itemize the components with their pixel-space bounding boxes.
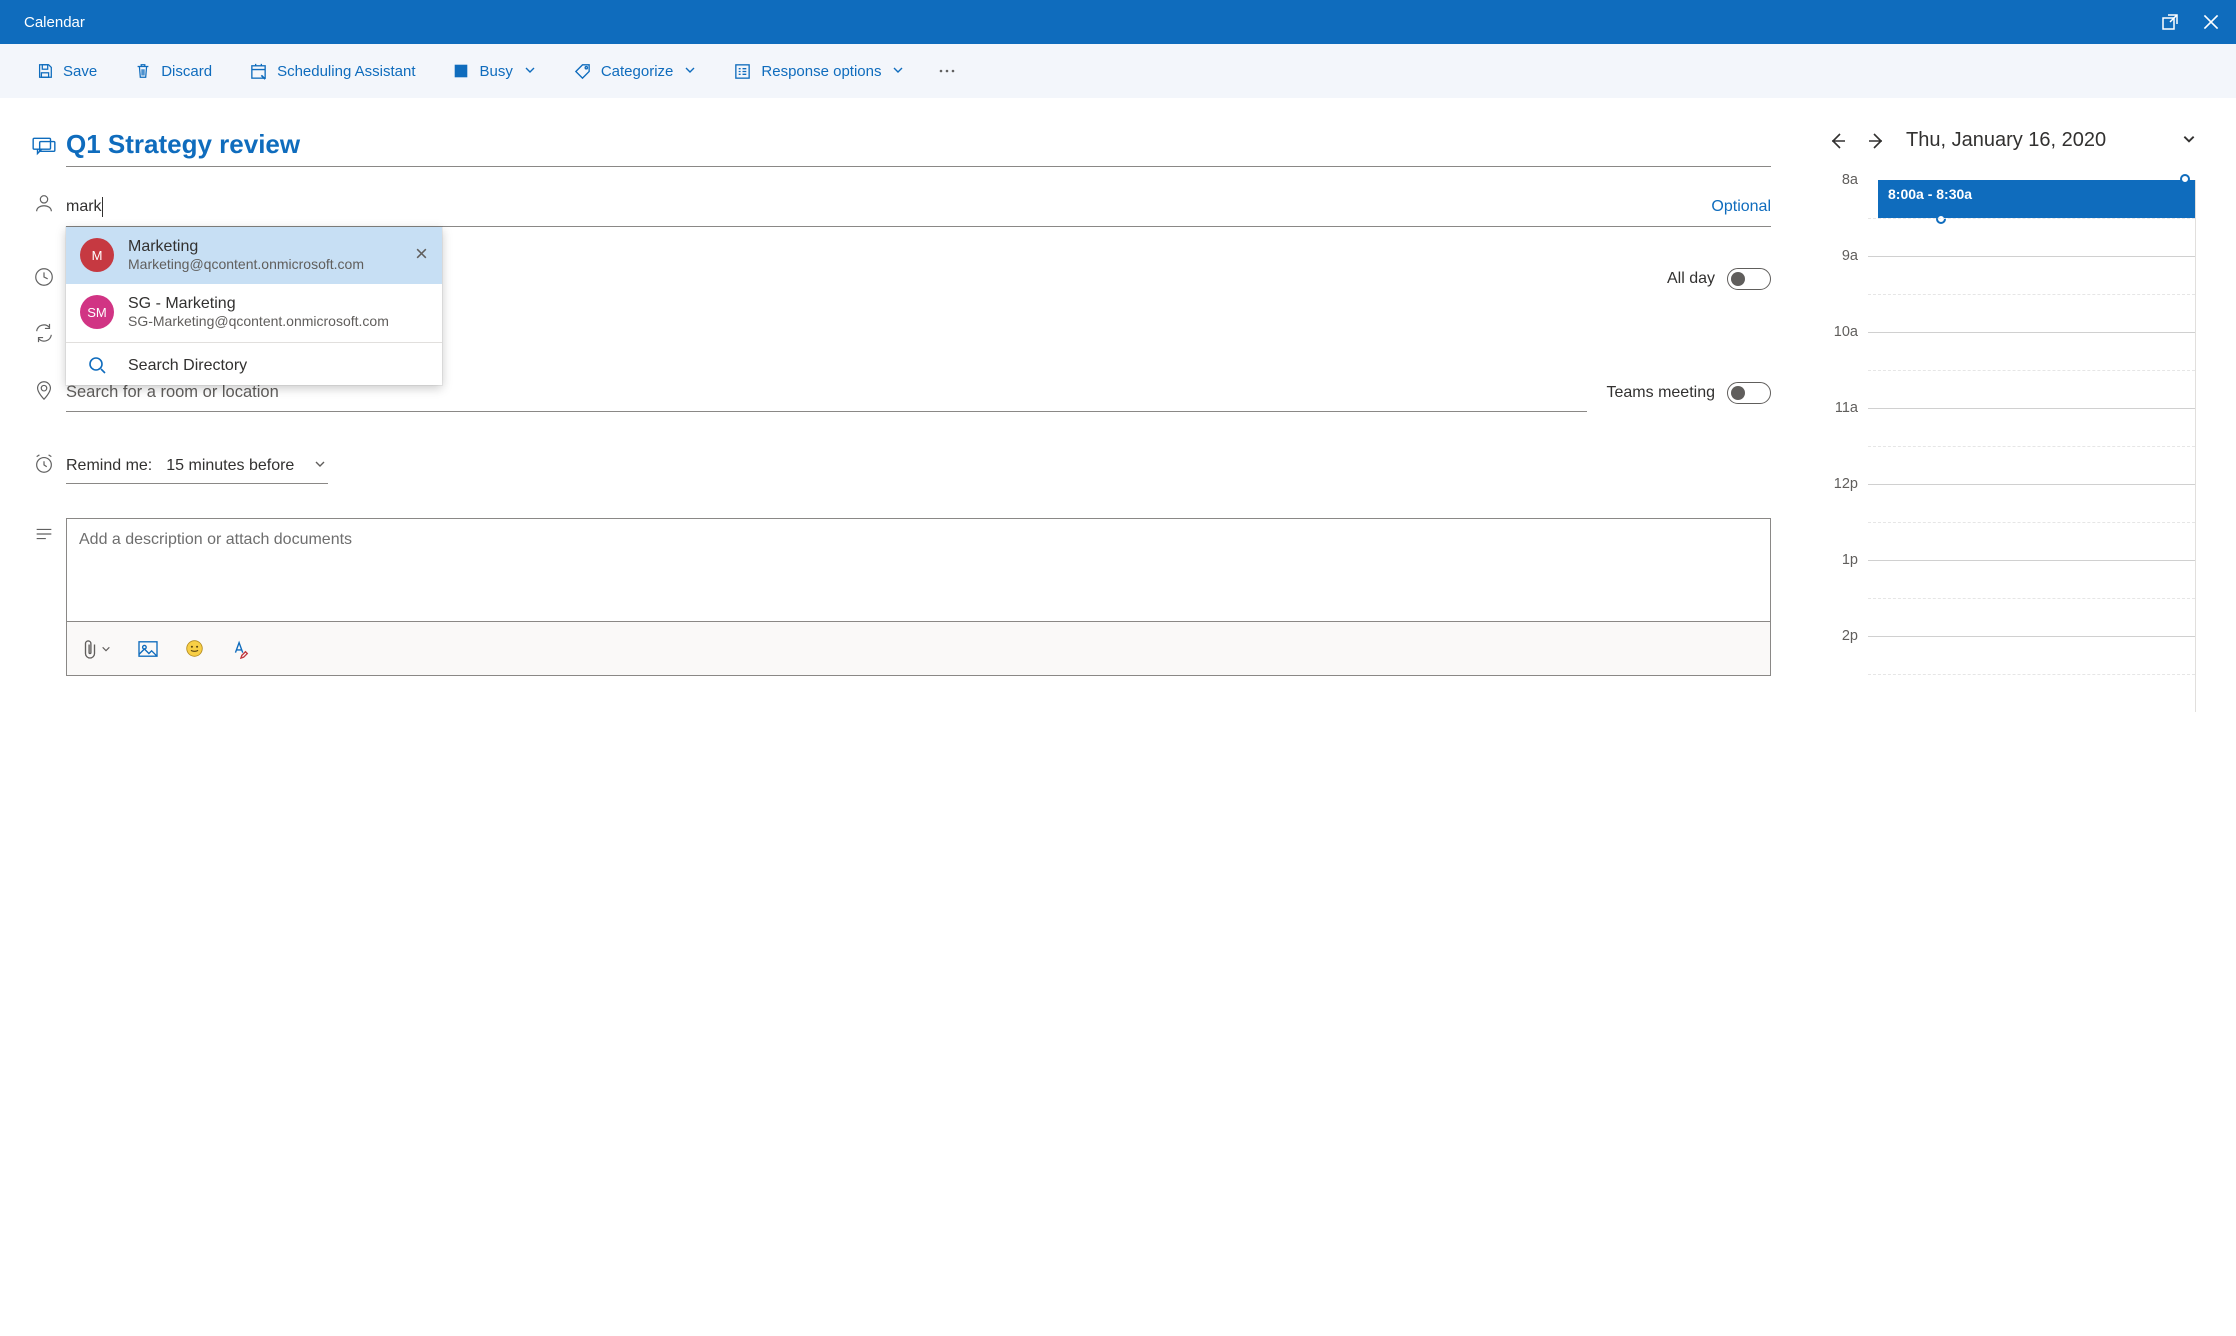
attendee-input-value[interactable]: mark: [66, 198, 102, 216]
title-row: [22, 129, 1776, 167]
chevron-down-icon: [314, 457, 326, 475]
busy-label: Busy: [479, 63, 512, 80]
hour-label: 12p: [1826, 476, 1868, 552]
speech-bubble-icon: [22, 129, 66, 160]
recurrence-icon: [22, 317, 66, 344]
description-placeholder: Add a description or attach documents: [79, 531, 352, 549]
optional-toggle[interactable]: Optional: [1711, 198, 1771, 216]
avatar: M: [80, 238, 114, 272]
formatting-button[interactable]: [230, 639, 250, 659]
clear-suggest-icon[interactable]: [415, 247, 428, 263]
text-icon: [22, 518, 66, 545]
time-slot[interactable]: [1868, 484, 2196, 560]
search-directory-label: Search Directory: [128, 356, 247, 375]
time-slot[interactable]: [1868, 408, 2196, 484]
chevron-down-icon[interactable]: [2182, 132, 2196, 149]
event-title-input[interactable]: [66, 129, 1771, 167]
schedule-panel: Thu, January 16, 2020 8:00a - 8:30a 8a 9…: [1806, 99, 2236, 1336]
remind-value: 15 minutes before: [166, 457, 294, 475]
search-directory-button[interactable]: Search Directory: [66, 345, 442, 385]
categorize-dropdown[interactable]: Categorize: [557, 56, 713, 87]
teams-meeting-label: Teams meeting: [1607, 384, 1716, 402]
discard-button[interactable]: Discard: [118, 56, 228, 86]
emoji-button[interactable]: [185, 639, 204, 658]
scheduling-assistant-button[interactable]: Scheduling Assistant: [233, 56, 431, 87]
response-label: Response options: [761, 63, 881, 80]
description-textarea[interactable]: Add a description or attach documents: [66, 518, 1771, 622]
categorize-label: Categorize: [601, 63, 674, 80]
close-icon[interactable]: [2200, 11, 2222, 33]
discard-label: Discard: [161, 63, 212, 80]
suggest-item[interactable]: M Marketing Marketing@qcontent.onmicroso…: [66, 227, 442, 284]
suggest-name: SG - Marketing: [128, 294, 389, 313]
suggest-email: Marketing@qcontent.onmicrosoft.com: [128, 256, 364, 274]
teams-meeting-toggle[interactable]: [1727, 382, 1771, 404]
main-content: mark Optional M Marketing Marketing@qcon…: [0, 99, 2236, 1336]
avatar: SM: [80, 295, 114, 329]
chevron-down-icon: [524, 63, 536, 80]
clock-icon: [22, 261, 66, 288]
remind-prefix: Remind me:: [66, 457, 152, 475]
suggest-email: SG-Marketing@qcontent.onmicrosoft.com: [128, 313, 389, 331]
save-button[interactable]: Save: [20, 56, 113, 86]
description-row: Add a description or attach documents: [22, 518, 1776, 676]
description-toolbar: [66, 622, 1771, 676]
text-caret: [102, 197, 103, 217]
command-bar: Save Discard Scheduling Assistant Busy C…: [0, 44, 2236, 99]
response-options-dropdown[interactable]: Response options: [717, 56, 920, 87]
suggest-item[interactable]: SM SG - Marketing SG-Marketing@qcontent.…: [66, 284, 442, 341]
hour-label: 8a: [1826, 172, 1868, 248]
location-input[interactable]: [66, 383, 1587, 402]
remind-row: Remind me: 15 minutes before: [22, 448, 1776, 484]
time-slot[interactable]: [1868, 256, 2196, 332]
hour-label: 11a: [1826, 400, 1868, 476]
current-date-label: Thu, January 16, 2020: [1906, 129, 2164, 152]
search-icon: [80, 355, 114, 375]
save-label: Save: [63, 63, 97, 80]
hour-label: 2p: [1826, 628, 1868, 704]
hour-label: 9a: [1826, 248, 1868, 324]
chevron-down-icon: [892, 63, 904, 80]
time-slot[interactable]: [1868, 560, 2196, 636]
time-slot[interactable]: [1868, 636, 2196, 712]
location-icon: [22, 374, 66, 401]
person-icon: [22, 187, 66, 214]
scheduling-label: Scheduling Assistant: [277, 63, 415, 80]
alarm-icon: [22, 448, 66, 475]
separator: [66, 342, 442, 343]
popout-icon[interactable]: [2160, 12, 2180, 32]
invite-row: mark Optional M Marketing Marketing@qcon…: [22, 187, 1776, 227]
hour-label: 1p: [1826, 552, 1868, 628]
hour-label: 10a: [1826, 324, 1868, 400]
title-bar: Calendar: [0, 0, 2236, 44]
attendee-suggest-popup: M Marketing Marketing@qcontent.onmicroso…: [66, 227, 442, 385]
more-actions-button[interactable]: [925, 55, 969, 87]
allday-label: All day: [1667, 270, 1715, 288]
allday-toggle[interactable]: [1727, 268, 1771, 290]
next-day-button[interactable]: [1866, 130, 1888, 152]
reminder-dropdown[interactable]: Remind me: 15 minutes before: [66, 448, 328, 484]
chevron-down-icon: [684, 63, 696, 80]
attach-button[interactable]: [81, 639, 111, 659]
time-slot[interactable]: [1868, 180, 2196, 256]
prev-day-button[interactable]: [1826, 130, 1848, 152]
event-form: mark Optional M Marketing Marketing@qcon…: [0, 99, 1806, 1336]
time-slot[interactable]: [1868, 332, 2196, 408]
insert-image-button[interactable]: [137, 640, 159, 658]
window-controls: [2160, 11, 2222, 33]
app-title: Calendar: [24, 14, 85, 31]
busy-dropdown[interactable]: Busy: [436, 56, 551, 86]
day-schedule: 8:00a - 8:30a 8a 9a 10a 11a 12p 1p 2p: [1826, 180, 2196, 712]
suggest-name: Marketing: [128, 237, 364, 256]
